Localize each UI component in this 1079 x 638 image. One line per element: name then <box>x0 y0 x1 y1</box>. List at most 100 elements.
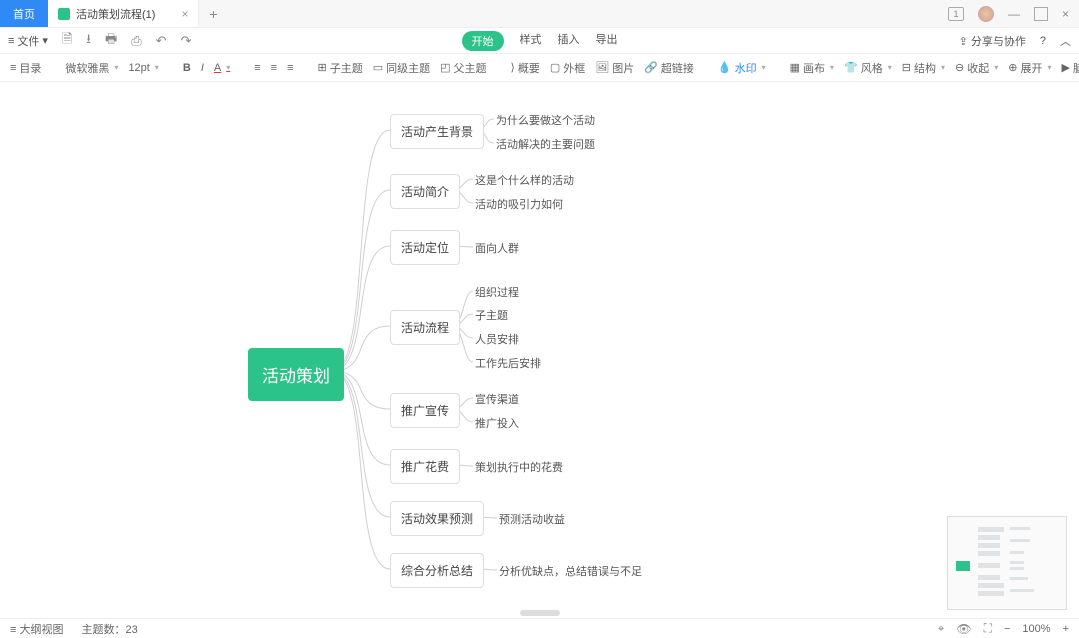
leaf-node[interactable]: 子主题 <box>475 307 508 323</box>
mindmap-canvas[interactable]: 活动策划 活动产生背景为什么要做这个活动活动解决的主要问题活动简介这是个什么样的… <box>0 82 1079 618</box>
align-left-icon[interactable]: ≡ <box>254 62 260 74</box>
leaf-node[interactable]: 预测活动收益 <box>499 511 565 527</box>
font-color-button[interactable]: A <box>214 62 230 74</box>
notification-badge[interactable]: 1 <box>948 7 964 21</box>
horizontal-scrollbar[interactable] <box>520 610 560 616</box>
zoom-level[interactable]: 100% <box>1022 623 1050 635</box>
leaf-node[interactable]: 活动的吸引力如何 <box>475 196 563 212</box>
save-icon[interactable]: 🗎 <box>62 30 72 52</box>
print-icon[interactable]: 🖶 <box>105 30 117 52</box>
align-center-icon[interactable]: ≡ <box>271 62 277 74</box>
expand-label: 展开 <box>1020 60 1042 76</box>
summary-label: 概要 <box>518 60 540 76</box>
tab-insert[interactable]: 插入 <box>558 31 580 51</box>
branch-node[interactable]: 活动效果预测 <box>390 501 484 536</box>
watermark-button[interactable]: 💧 水印 <box>718 60 766 76</box>
help-icon[interactable]: ? <box>1040 35 1046 47</box>
tab-style[interactable]: 样式 <box>520 31 542 51</box>
theme-style-button[interactable]: 👕 风格 <box>844 60 892 76</box>
menubar: ≡ 文件 ▾ 🗎 ⭳ 🖶 ⎙ ↶ ↷ 开始 样式 插入 导出 ⇪ 分享与协作 ?… <box>0 28 1079 54</box>
window-minimize-icon[interactable]: — <box>1008 7 1020 21</box>
font-size-select[interactable]: 12pt <box>128 62 158 74</box>
outline-view-label: 大纲视图 <box>19 624 63 636</box>
italic-button[interactable]: I <box>201 62 204 74</box>
share-label: 分享与协作 <box>971 36 1026 48</box>
root-topic-node[interactable]: 活动策划 <box>248 348 344 401</box>
link-label: 超链接 <box>661 60 694 76</box>
fit-view-icon[interactable]: ⛶ <box>984 621 992 636</box>
outline-button[interactable]: ≡ 目录 <box>10 60 41 76</box>
style-label: 风格 <box>861 60 883 76</box>
toolbar: ≡ 目录 微软雅黑 12pt B I A ≡ ≡ ≡ ⊞ 子主题 ▭ 同级主题 … <box>0 54 1079 82</box>
window-maximize-icon[interactable] <box>1034 7 1048 21</box>
peer-label: 同级主题 <box>386 60 430 76</box>
canvas-label: 画布 <box>803 60 825 76</box>
align-right-icon[interactable]: ≡ <box>287 62 293 74</box>
leaf-node[interactable]: 活动解决的主要问题 <box>496 136 595 152</box>
leaf-node[interactable]: 组织过程 <box>475 284 519 300</box>
leaf-node[interactable]: 面向人群 <box>475 240 519 256</box>
leaf-node[interactable]: 分析优缺点，总结错误与不足 <box>499 563 642 579</box>
leaf-node[interactable]: 宣传渠道 <box>475 391 519 407</box>
canvas-button[interactable]: ▦ 画布 <box>790 60 834 76</box>
structure-button[interactable]: ⊟ 结构 <box>902 60 945 76</box>
collapse-ribbon-icon[interactable]: ︿ <box>1060 33 1071 49</box>
branch-node[interactable]: 推广花费 <box>390 449 460 484</box>
collapse-button[interactable]: ⊖ 收起 <box>955 60 998 76</box>
branch-node[interactable]: 活动简介 <box>390 174 460 209</box>
topic-count: 主题数：23 <box>81 621 137 637</box>
frame-label: 外框 <box>563 60 585 76</box>
branch-node[interactable]: 活动产生背景 <box>390 114 484 149</box>
structure-label: 结构 <box>914 60 936 76</box>
collapse-label: 收起 <box>967 60 989 76</box>
leaf-node[interactable]: 策划执行中的花费 <box>475 459 563 475</box>
branch-node[interactable]: 活动流程 <box>390 310 460 345</box>
share-button[interactable]: ⇪ 分享与协作 <box>959 33 1026 49</box>
leaf-node[interactable]: 为什么要做这个活动 <box>496 112 595 128</box>
branch-node[interactable]: 推广宣传 <box>390 393 460 428</box>
home-tab[interactable]: 首页 <box>0 0 48 27</box>
hyperlink-button[interactable]: 🔗 超链接 <box>644 60 694 76</box>
format-painter-icon[interactable]: ⎙ <box>131 33 141 49</box>
tab-start[interactable]: 开始 <box>462 31 504 51</box>
peer-topic-button[interactable]: ▭ 同级主题 <box>373 60 430 76</box>
tab-export[interactable]: 导出 <box>596 31 618 51</box>
leaf-node[interactable]: 工作先后安排 <box>475 355 541 371</box>
minimap-root-icon <box>956 561 970 571</box>
zoom-out-button[interactable]: − <box>1004 623 1010 635</box>
leaf-node[interactable]: 推广投入 <box>475 415 519 431</box>
mindmap-ppt-button[interactable]: ▶ 脑图PPT <box>1061 60 1079 76</box>
leaf-node[interactable]: 人员安排 <box>475 331 519 347</box>
eye-icon[interactable]: 👁 <box>956 622 971 636</box>
avatar[interactable] <box>978 6 994 22</box>
branch-node[interactable]: 活动定位 <box>390 230 460 265</box>
parent-topic-button[interactable]: ◰ 父主题 <box>440 60 486 76</box>
image-button[interactable]: 🖼 图片 <box>595 60 634 76</box>
leaf-node[interactable]: 这是个什么样的活动 <box>475 172 574 188</box>
minimap[interactable] <box>947 516 1067 610</box>
outline-view-button[interactable]: ≡ 大纲视图 <box>10 621 63 637</box>
parent-label: 父主题 <box>454 60 487 76</box>
subtopic-label: 子主题 <box>330 60 363 76</box>
document-tab[interactable]: 活动策划流程(1) × <box>48 0 199 27</box>
subtopic-button[interactable]: ⊞ 子主题 <box>318 60 363 76</box>
image-label: 图片 <box>612 60 634 76</box>
locate-icon[interactable]: ⌖ <box>938 621 945 636</box>
download-icon[interactable]: ⭳ <box>86 30 91 52</box>
font-family-select[interactable]: 微软雅黑 <box>65 60 118 76</box>
bold-button[interactable]: B <box>183 62 191 74</box>
window-close-icon[interactable]: × <box>1062 7 1069 21</box>
frame-button[interactable]: ▢ 外框 <box>550 60 585 76</box>
window-controls: 1 — × <box>948 0 1079 27</box>
outline-label: 目录 <box>19 60 41 76</box>
zoom-in-button[interactable]: + <box>1063 623 1069 635</box>
redo-icon[interactable]: ↷ <box>181 33 192 49</box>
file-menu[interactable]: ≡ 文件 ▾ <box>8 33 48 49</box>
branch-node[interactable]: 综合分析总结 <box>390 553 484 588</box>
summary-button[interactable]: ⟩ 概要 <box>511 60 540 76</box>
expand-button[interactable]: ⊕ 展开 <box>1008 60 1051 76</box>
new-tab-button[interactable]: + <box>199 0 227 27</box>
tab-close-icon[interactable]: × <box>181 7 188 21</box>
titlebar: 首页 活动策划流程(1) × + 1 — × <box>0 0 1079 28</box>
undo-icon[interactable]: ↶ <box>156 33 167 49</box>
